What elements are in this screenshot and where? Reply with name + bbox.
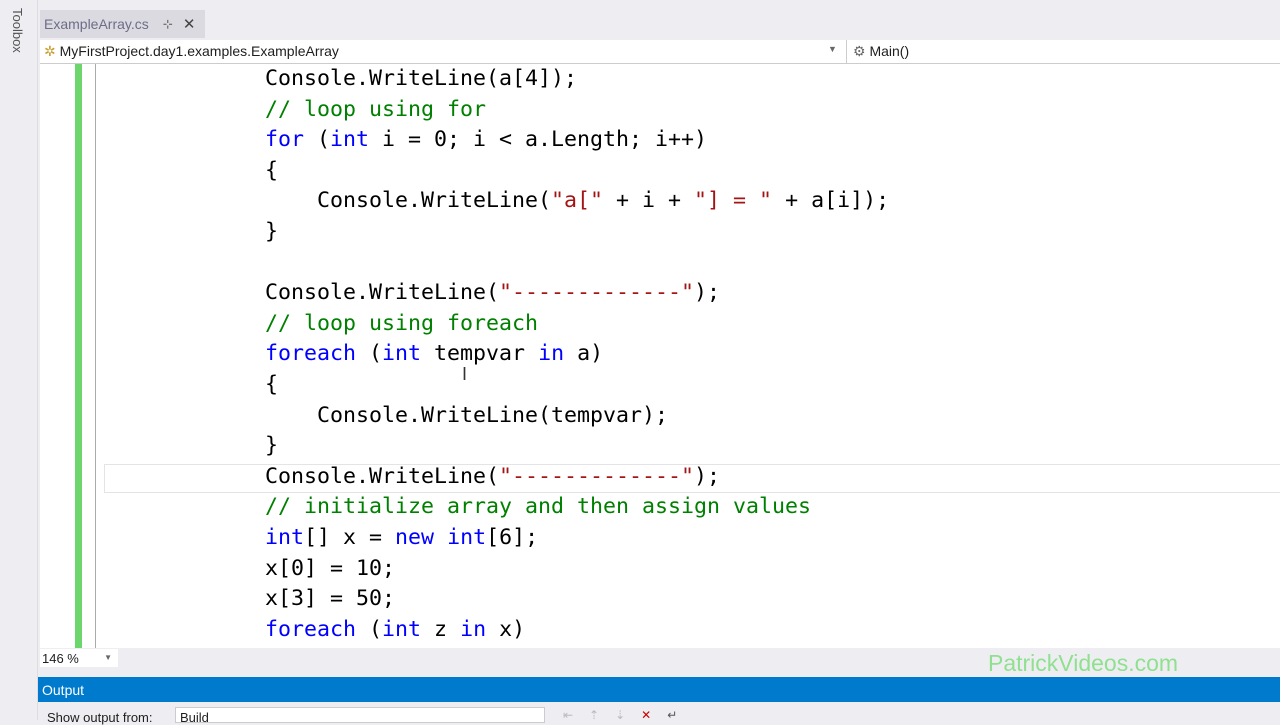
toolbox-strip[interactable]: Toolbox [0, 0, 38, 720]
code-token: a) [564, 341, 604, 367]
code-token: + a[i]); [772, 188, 890, 214]
code-line[interactable]: { [265, 156, 889, 187]
pin-icon[interactable]: ⊹ [163, 17, 173, 31]
code-token: } [265, 433, 279, 459]
code-line[interactable]: // initialize array and then assign valu… [265, 492, 889, 523]
chevron-down-icon: ▼ [104, 653, 112, 662]
code-token: + i + [603, 188, 695, 214]
code-token: foreach [265, 616, 357, 642]
code-token: x[3] = 50; [265, 586, 396, 612]
code-token: ( [304, 127, 331, 153]
chevron-down-icon[interactable]: ▼ [828, 44, 837, 54]
code-token: // initialize array and then assign valu… [265, 494, 812, 520]
text-cursor-icon: I [462, 364, 468, 384]
code-token: foreach [265, 341, 357, 367]
close-icon[interactable]: ✕ [183, 15, 196, 33]
output-toolbar: Show output from: Build ⇤⇡⇣✕↵ [38, 702, 1280, 725]
code-line[interactable]: } [265, 431, 889, 462]
code-line[interactable]: Console.WriteLine(a[4]); [265, 64, 889, 95]
method-icon: ⚙ [853, 43, 866, 59]
code-token: Console.WriteLine( [265, 280, 500, 306]
output-source-select[interactable]: Build [175, 707, 545, 725]
code-line[interactable]: { [265, 370, 889, 401]
code-token: tempvar [421, 341, 539, 367]
code-line[interactable]: Console.WriteLine("a[" + i + "] = " + a[… [265, 186, 889, 217]
watermark: PatrickVideos.com [988, 650, 1179, 676]
code-token: Console.WriteLine(a[4]); [265, 66, 578, 91]
code-token: int [330, 127, 370, 153]
class-icon: ✲ [44, 43, 56, 59]
code-token: Console.WriteLine(tempvar); [265, 402, 669, 428]
zoom-dropdown[interactable]: 146 % ▼ [40, 649, 118, 667]
member-label: Main() [869, 43, 910, 59]
code-token: int [447, 524, 487, 550]
code-token: x[0] = 10; [265, 555, 396, 581]
code-line[interactable]: // loop using for [265, 95, 889, 126]
output-title: Output [42, 682, 85, 698]
code-token: ); [694, 280, 721, 306]
change-margin [75, 64, 82, 648]
code-line[interactable] [265, 248, 889, 279]
code-line[interactable]: x[3] = 50; [265, 584, 889, 615]
toolbox-label[interactable]: Toolbox [10, 8, 25, 53]
code-token: new [395, 524, 435, 550]
tab-label: ExampleArray.cs [44, 16, 149, 32]
code-token: { [265, 157, 279, 183]
code-token: ( [356, 341, 383, 367]
code-token: i = 0; i < a.Length; i++) [369, 127, 708, 153]
code-token: ( [356, 616, 383, 642]
code-token: for [265, 127, 305, 153]
code-token: // loop using foreach [265, 310, 539, 336]
member-dropdown[interactable]: ⚙ Main() [846, 40, 909, 64]
code-token: x) [486, 616, 526, 642]
output-panel-header[interactable]: Output [38, 677, 1280, 702]
code-token: int [382, 616, 422, 642]
outline-margin [95, 64, 96, 648]
code-token: ); [694, 463, 721, 489]
code-token: in [538, 341, 565, 367]
code-token: Console.WriteLine( [265, 188, 552, 214]
zoom-level: 146 % [42, 651, 79, 666]
class-dropdown[interactable]: ✲ MyFirstProject.day1.examples.ExampleAr… [44, 43, 339, 60]
code-line[interactable]: Console.WriteLine("-------------"); [265, 462, 889, 493]
code-line[interactable]: } [265, 217, 889, 248]
navigation-bar: ✲ MyFirstProject.day1.examples.ExampleAr… [40, 40, 1280, 64]
code-token: in [460, 616, 487, 642]
code-line[interactable]: Console.WriteLine("-------------"); [265, 278, 889, 309]
code-token: "a[" [551, 188, 604, 214]
code-line[interactable]: foreach (int z in x) [265, 615, 889, 646]
code-token: int [382, 341, 422, 367]
code-token: "-------------" [499, 463, 695, 489]
tab-example-array[interactable]: ExampleArray.cs ⊹ ✕ [40, 10, 205, 38]
show-output-label: Show output from: [47, 710, 153, 725]
code-token: } [265, 218, 279, 244]
output-source: Build [180, 710, 209, 725]
code-line[interactable]: for (int i = 0; i < a.Length; i++) [265, 125, 889, 156]
code-token: [] x = [304, 524, 396, 550]
code-token: "] = " [694, 188, 773, 214]
code-token: { [265, 371, 279, 397]
code-line[interactable]: Console.WriteLine(tempvar); [265, 401, 889, 432]
code-token: "-------------" [499, 280, 695, 306]
code-token: z [421, 616, 461, 642]
code-line[interactable]: int[] x = new int[6]; [265, 523, 889, 554]
code-token: int [265, 524, 305, 550]
code-token: [6]; [486, 524, 539, 550]
code-line[interactable]: foreach (int tempvar in a) [265, 339, 889, 370]
code-token: Console.WriteLine( [265, 463, 500, 489]
code-token: // loop using for [265, 96, 487, 122]
code-editor[interactable]: Console.WriteLine(a[4]); // loop using fo… [40, 64, 1280, 648]
code-line[interactable]: x[0] = 10; [265, 554, 889, 585]
code-lines[interactable]: Console.WriteLine(a[4]); // loop using fo… [265, 64, 889, 645]
class-path: MyFirstProject.day1.examples.ExampleArra… [59, 43, 339, 59]
code-line[interactable]: // loop using foreach [265, 309, 889, 340]
